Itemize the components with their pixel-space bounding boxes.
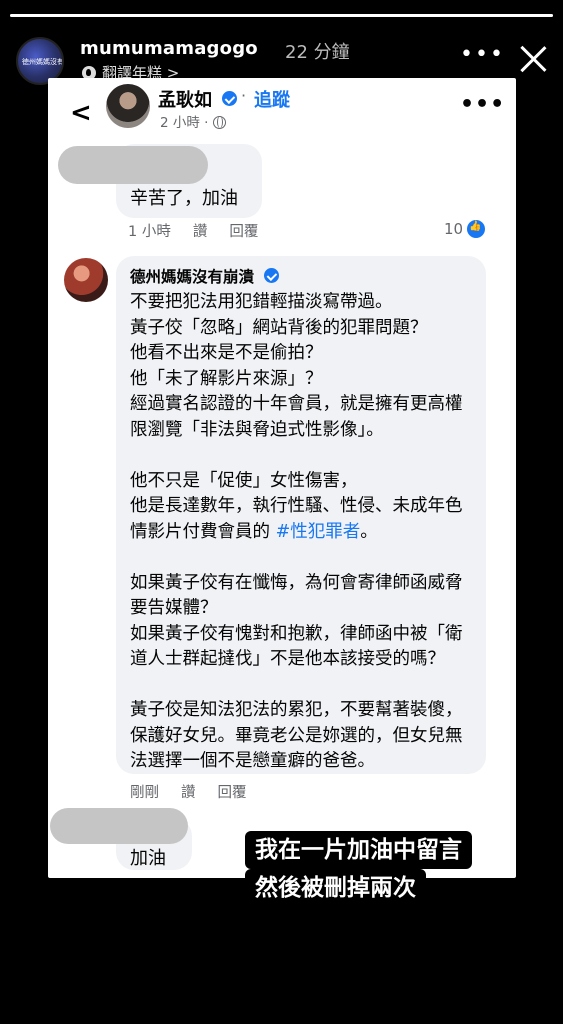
reaction-count-text: 10 (444, 220, 464, 238)
comment-time: 剛剛 (130, 785, 159, 801)
story-progress-bar (10, 14, 553, 17)
reaction-count: 10 (444, 220, 486, 238)
hashtag-link: #性犯罪者 (275, 521, 361, 542)
like-link: 讚 (181, 785, 196, 801)
comment-body: 不要把犯法用犯錯輕描淡寫帶過。 黃子佼「忽略」網站背後的犯罪問題？ 他看不出來是… (130, 290, 476, 775)
story-progress-fill (10, 14, 553, 17)
facebook-post-screenshot: < 孟耿如 · 追蹤 2 小時 · ••• 辛苦了，加油 1 小時 讚 回覆 1… (48, 78, 516, 878)
verified-badge-icon (264, 268, 279, 283)
follow-button: 追蹤 (254, 90, 290, 111)
story-avatar-text: 徳州媽媽沒有崩潰 (22, 58, 64, 66)
back-arrow-icon: < (70, 98, 92, 128)
comment-text: 辛苦了，加油 (130, 188, 238, 209)
story-viewer: 徳州媽媽沒有崩潰 mumumamagogo 22 分鐘 翻譯年糕 > ••• <… (0, 0, 563, 1024)
globe-icon (212, 116, 226, 129)
comment-body-text: 不要把犯法用犯錯輕描淡寫帶過。 黃子佼「忽略」網站背後的犯罪問題？ 他看不出來是… (130, 292, 463, 542)
story-caption: 我在一片加油中留言 然後被刪掉兩次 (245, 831, 507, 907)
commenter-avatar (64, 258, 108, 302)
redacted-name-blur (50, 808, 188, 844)
comment-body-text-end: 。 如果黃子佼有在懺悔，為何會寄律師函威脅要告媒體？ 如果黃子佼有愧對和抱歉，律… (130, 521, 463, 772)
reply-link: 回覆 (217, 785, 247, 801)
story-more-icon[interactable]: ••• (460, 42, 505, 67)
post-author-name: 孟耿如 (158, 90, 212, 111)
comment-actions: 1 小時 讚 回覆 (128, 220, 258, 241)
like-reaction-icon (467, 220, 486, 238)
reply-link: 回覆 (229, 224, 259, 240)
comment-author: 德州媽媽沒有崩潰 (130, 268, 255, 286)
post-time-text: 2 小時 · (160, 115, 209, 131)
post-more-icon: ••• (460, 92, 506, 117)
comment-bubble: 德州媽媽沒有崩潰 不要把犯法用犯錯輕描淡寫帶過。 黃子佼「忽略」網站背後的犯罪問… (116, 256, 486, 774)
post-author-avatar (106, 84, 150, 128)
separator-dot: · (241, 86, 247, 105)
verified-badge-icon (222, 91, 237, 106)
caption-line: 我在一片加油中留言 (245, 831, 472, 869)
story-posted-time: 22 分鐘 (285, 42, 350, 63)
close-icon[interactable] (516, 42, 550, 76)
comment-actions: 剛剛 讚 回覆 (130, 781, 247, 802)
redacted-name-blur (58, 146, 208, 184)
caption-line: 然後被刪掉兩次 (245, 869, 426, 907)
post-time: 2 小時 · (160, 111, 226, 131)
like-link: 讚 (192, 224, 208, 240)
comment-text: 加油 (130, 848, 166, 869)
story-username[interactable]: mumumamagogo (80, 38, 258, 59)
post-header: < 孟耿如 · 追蹤 2 小時 · ••• (48, 78, 516, 140)
comment-time: 1 小時 (128, 224, 171, 240)
